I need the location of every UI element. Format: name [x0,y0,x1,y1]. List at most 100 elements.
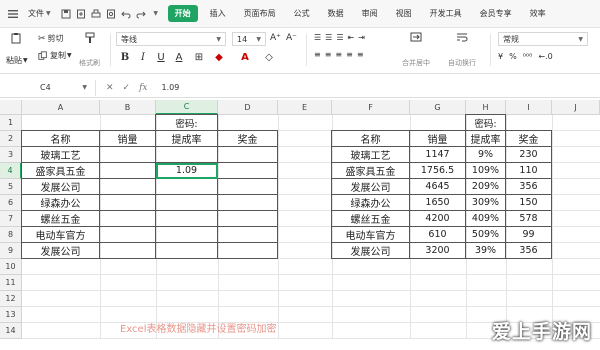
italic-button[interactable]: I [136,50,150,64]
chevron-down-icon[interactable]: ▼ [151,9,161,19]
table-cell[interactable] [156,179,218,195]
table-header-cell[interactable]: 销量 [100,131,156,147]
select-all-corner[interactable] [0,100,22,115]
strikethrough-button[interactable]: A [172,50,186,64]
column-header-g[interactable]: G [410,100,466,115]
tab-view[interactable]: 视图 [387,0,421,28]
column-header-b[interactable]: B [100,100,156,115]
table-cell[interactable] [100,163,156,179]
underline-button[interactable]: U [154,50,168,64]
fill-color-button[interactable]: ◆ [212,50,226,64]
table-cell-name[interactable]: 绿森办公 [332,195,410,211]
table-cell[interactable] [218,211,278,227]
paste-button[interactable] [10,32,22,44]
copy-button[interactable]: 复制 ▼ [38,50,72,61]
table-cell-name[interactable]: 螺丝五金 [332,211,410,227]
table-cell-name[interactable]: 盛家具五金 [332,163,410,179]
indent-right-icon[interactable]: ⇥ [358,33,365,42]
table-cell-name[interactable]: 玻璃工艺 [22,147,100,163]
name-box[interactable]: C4 ▼ [0,79,96,96]
decimal-increase-icon[interactable]: ←.0 [538,52,552,61]
tab-efficiency[interactable]: 效率 [521,0,555,28]
column-header-e[interactable]: E [278,100,332,115]
table-cell[interactable]: 1650 [410,195,466,211]
borders-button[interactable]: ⊞ [192,50,206,64]
table-cell[interactable] [218,147,278,163]
table-cell[interactable] [218,163,278,179]
currency-button[interactable]: ¥ [498,52,503,61]
table-cell-name[interactable]: 发展公司 [332,179,410,195]
bold-button[interactable]: B [118,50,132,64]
table-header-cell[interactable]: 名称 [332,131,410,147]
auto-wrap-button[interactable] [456,31,468,43]
export-icon[interactable] [76,9,86,19]
table-cell[interactable]: 9% [466,147,506,163]
table-cell[interactable] [218,179,278,195]
table-cell[interactable] [100,195,156,211]
table-cell[interactable]: 409% [466,211,506,227]
cancel-icon[interactable]: ✕ [106,83,114,93]
row-header-3[interactable]: 3 [0,147,22,163]
tab-insert[interactable]: 插入 [201,0,235,28]
table-cell[interactable]: 509% [466,227,506,243]
table-cell[interactable]: 1756.5 [410,163,466,179]
align-left-icon[interactable]: ≡ [314,50,321,59]
table-cell[interactable] [218,243,278,259]
print-preview-icon[interactable] [106,9,116,19]
row-header-11[interactable]: 11 [0,275,22,291]
table-header-cell[interactable]: 销量 [410,131,466,147]
table-header-cell[interactable]: 奖金 [506,131,552,147]
row-header-2[interactable]: 2 [0,131,22,147]
table-cell-name[interactable]: 发展公司 [332,243,410,259]
table-header-cell[interactable]: 奖金 [218,131,278,147]
table-cell[interactable]: 356 [506,179,552,195]
table-cell[interactable]: 230 [506,147,552,163]
indent-left-icon[interactable]: ⇤ [348,33,355,42]
paste-label[interactable]: 粘贴 ▼ [6,55,28,66]
column-header-a[interactable]: A [22,100,100,115]
column-header-i[interactable]: I [506,100,552,115]
table-cell[interactable]: 578 [506,211,552,227]
row-header-14[interactable]: 14 [0,323,22,339]
table-header-cell[interactable]: 提成率 [466,131,506,147]
table-cell[interactable] [156,227,218,243]
table-header-cell[interactable]: 名称 [22,131,100,147]
table-cell[interactable] [100,227,156,243]
row-header-7[interactable]: 7 [0,211,22,227]
redo-icon[interactable] [136,9,146,19]
align-bottom-icon[interactable]: ☰ [336,33,343,42]
tab-formulas[interactable]: 公式 [285,0,319,28]
table-cell-name[interactable]: 盛家具五金 [22,163,100,179]
table-cell-name[interactable]: 电动车官方 [22,227,100,243]
row-header-8[interactable]: 8 [0,227,22,243]
table-cell[interactable]: 150 [506,195,552,211]
clear-format-button[interactable]: ◇ [262,50,276,64]
undo-icon[interactable] [120,9,131,19]
table-cell[interactable]: 109% [466,163,506,179]
tab-review[interactable]: 审阅 [353,0,387,28]
row-header-13[interactable]: 13 [0,307,22,323]
justify-icon[interactable]: ≡ [346,50,353,59]
column-header-f[interactable]: F [332,100,410,115]
table-cell[interactable] [156,211,218,227]
column-header-h[interactable]: H [466,100,506,115]
table-cell-name[interactable]: 螺丝五金 [22,211,100,227]
table-cell[interactable]: 39% [466,243,506,259]
table-cell[interactable] [100,211,156,227]
increase-font-button[interactable]: A⁺ [270,33,281,43]
align-middle-icon[interactable]: ☰ [325,33,332,42]
table-cell[interactable] [218,195,278,211]
table-cell[interactable]: 4200 [410,211,466,227]
formula-input[interactable]: 1.09 [158,83,180,92]
row-header-1[interactable]: 1 [0,115,22,131]
merge-center-button[interactable] [410,31,422,43]
table-cell-name[interactable]: 电动车官方 [332,227,410,243]
align-right-icon[interactable]: ≡ [335,50,342,59]
align-center-icon[interactable]: ≡ [325,50,332,59]
row-header-5[interactable]: 5 [0,179,22,195]
number-format-select[interactable]: 常规 ▼ [498,32,588,46]
table-cell[interactable] [100,243,156,259]
table-cell[interactable]: 99 [506,227,552,243]
format-painter-button[interactable] [84,32,96,44]
thousands-icon[interactable]: ⁰⁰⁰ [523,52,533,61]
